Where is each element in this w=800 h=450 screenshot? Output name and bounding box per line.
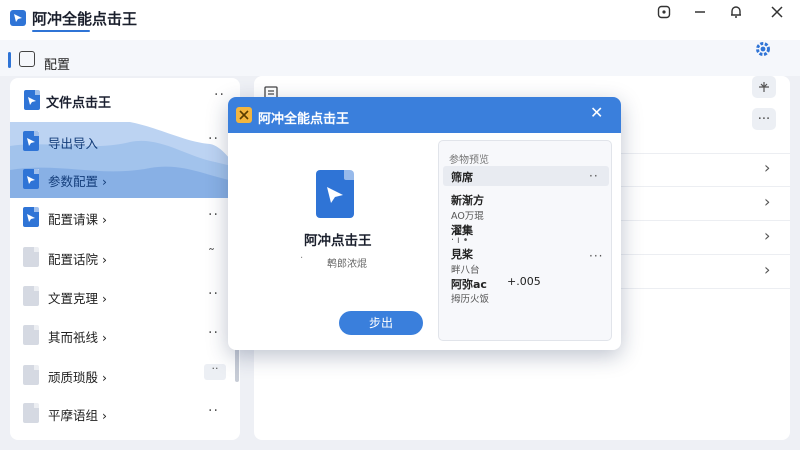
preview-item: 新渐方	[451, 194, 484, 207]
app-title: 阿冲全能点击王	[32, 10, 138, 28]
sidebar-item-label: 参数配置 ›	[48, 171, 107, 190]
preview-title: 参物预览	[449, 155, 489, 166]
config-icon	[19, 51, 35, 67]
sidebar-item-label: 其而祇线 ›	[48, 327, 107, 346]
app-dialog: 阿冲全能点击王 ✕ 阿冲点击王 · 鹎郎浓焜 步出 参物预览 筛席 ·· 新渐方…	[228, 97, 621, 350]
preview-item: 見桨	[451, 248, 473, 261]
sidebar-item[interactable]: 其而祇线 › ··	[10, 316, 240, 354]
title-bar: 阿冲全能点击王	[0, 0, 800, 40]
title-underline	[32, 30, 90, 32]
more-icon[interactable]: ··	[214, 88, 225, 102]
chevron-right-icon: ›	[102, 408, 107, 423]
file-icon	[24, 90, 40, 110]
sidebar-item-export-import[interactable]: 导出导入 ··	[10, 122, 240, 160]
section-title: 配置	[44, 58, 71, 73]
file-icon	[23, 247, 39, 267]
sidebar-item-label: 平摩语组 ›	[48, 405, 107, 424]
sidebar-item-text: 配置请课	[48, 212, 99, 227]
subtitle-dot: ·	[300, 253, 304, 264]
preview-extra: · ı •	[451, 235, 469, 246]
bell-icon[interactable]	[725, 3, 747, 21]
app-icon	[236, 107, 252, 123]
preview-panel: 参物预览 筛席 ·· 新渐方 AO万琨 濯集 · ı • 見桨 ··· 畔八台 …	[438, 140, 612, 341]
preview-item: 筛席	[451, 171, 473, 184]
preview-item: 畔八台	[451, 265, 480, 276]
pin-window-icon[interactable]	[653, 3, 675, 21]
sidebar-item-label: 顽质琐殷 ›	[48, 367, 107, 386]
more-icon[interactable]: ··	[208, 404, 219, 418]
sidebar-item[interactable]: 配置话院 › ˜	[10, 238, 240, 276]
sidebar: 文件点击王 ·· 导出导入 ·· 参数配置 › 配置请课 › ·· 配置话院 ›…	[10, 78, 240, 440]
chevron-right-icon: ›	[102, 291, 107, 306]
dialog-title: 阿冲全能点击王	[258, 112, 350, 127]
sidebar-item-text: 配置话院	[48, 252, 99, 267]
sidebar-item-text: 顽质琐殷	[48, 370, 99, 385]
more-icon[interactable]: ··	[589, 170, 599, 182]
collapse-icon	[759, 82, 769, 92]
collapse-button[interactable]	[752, 76, 776, 98]
close-icon[interactable]: ✕	[590, 103, 603, 122]
chevron-right-icon: ›	[102, 212, 107, 227]
app-name: 阿冲点击王	[304, 233, 372, 249]
more-icon[interactable]: ··	[208, 208, 219, 222]
more-button[interactable]: ··	[204, 363, 226, 380]
more-icon[interactable]: ˜	[208, 248, 216, 262]
more-icon[interactable]: ··	[208, 326, 219, 340]
chevron-right-icon: ›	[102, 252, 107, 267]
chevron-right-icon[interactable]: ›	[764, 158, 770, 177]
gear-icon[interactable]	[754, 40, 772, 58]
preview-item: AO万琨	[451, 211, 484, 222]
app-file-icon	[316, 170, 354, 218]
sidebar-item-text: 参数配置	[48, 174, 99, 189]
sidebar-item-text: 平摩语组	[48, 408, 99, 423]
file-icon	[23, 286, 39, 306]
sidebar-header-label: 文件点击王	[46, 96, 112, 111]
file-icon	[23, 365, 39, 385]
close-window-button[interactable]	[766, 3, 788, 21]
sidebar-item-label: 文置克理 ›	[48, 288, 107, 307]
sidebar-item-label: 配置话院 ›	[48, 249, 107, 268]
chevron-right-icon[interactable]: ›	[764, 226, 770, 245]
preview-item: 拇历火饭	[451, 294, 490, 305]
app-logo-icon	[10, 10, 26, 26]
sidebar-item[interactable]: 配置请课 › ··	[10, 198, 240, 236]
sidebar-item-text: 文置克理	[48, 291, 99, 306]
primary-button[interactable]: 步出	[339, 311, 423, 335]
dialog-header: 阿冲全能点击王 ✕	[228, 97, 621, 133]
sidebar-item-label: 配置请课 ›	[48, 209, 107, 228]
preview-item: 阿弥ac	[451, 278, 487, 291]
chevron-right-icon[interactable]: ›	[764, 192, 770, 211]
more-icon[interactable]: ···	[589, 250, 603, 262]
sidebar-item[interactable]: 平摩语组 › ··	[10, 394, 240, 432]
more-icon[interactable]: ··	[208, 132, 219, 146]
sidebar-header[interactable]: 文件点击王 ··	[10, 78, 240, 120]
minimize-button[interactable]	[689, 3, 711, 21]
file-icon	[23, 169, 39, 189]
sidebar-item-params[interactable]: 参数配置 ›	[10, 160, 240, 198]
sidebar-item-label: 导出导入	[48, 136, 99, 151]
chevron-right-icon[interactable]: ›	[764, 260, 770, 279]
file-icon	[23, 207, 39, 227]
app-subtitle: 鹎郎浓焜	[327, 259, 367, 270]
sidebar-item[interactable]: 文置克理 › ··	[10, 277, 240, 315]
section-marker	[8, 52, 11, 68]
file-icon	[23, 325, 39, 345]
chevron-right-icon: ›	[102, 370, 107, 385]
chevron-right-icon: ›	[102, 174, 107, 189]
file-icon	[23, 131, 39, 151]
sidebar-item-text: 其而祇线	[48, 330, 99, 345]
sub-header: 配置	[0, 40, 800, 76]
file-icon	[23, 403, 39, 423]
chevron-right-icon: ›	[102, 330, 107, 345]
more-icon[interactable]: ··	[208, 287, 219, 301]
more-button[interactable]: ···	[752, 108, 776, 130]
preview-value: +.005	[507, 275, 541, 288]
